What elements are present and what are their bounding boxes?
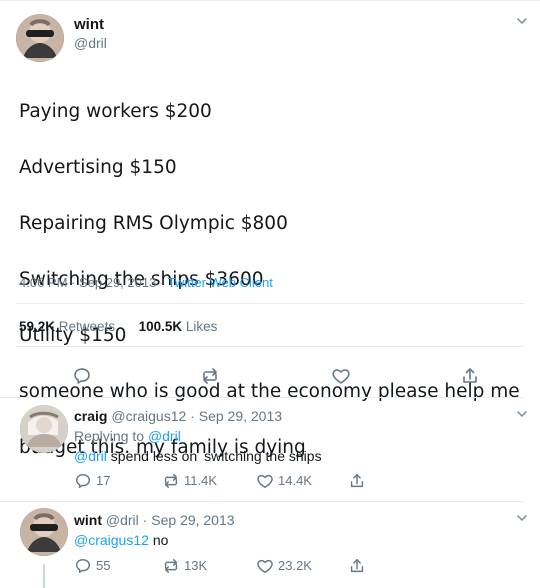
share-icon[interactable] [460, 366, 480, 386]
thread-connector-line [43, 564, 45, 588]
reply-2-reply-count: 55 [96, 558, 111, 573]
chevron-down-icon[interactable] [515, 14, 529, 28]
main-author[interactable]: wint @dril [74, 16, 107, 52]
chevron-down-icon[interactable] [515, 511, 529, 525]
reply-2-text: @craigus12 no [74, 530, 504, 550]
reply-2-handle[interactable]: @dril [106, 512, 139, 528]
reply-1-date[interactable]: Sep 29, 2013 [199, 408, 282, 424]
reply-1-display-name[interactable]: craig [74, 408, 107, 424]
tweet-line-1: Paying workers $200 [19, 101, 212, 122]
profile-avatar-reply-1[interactable] [20, 405, 68, 453]
stats-divider-bottom [16, 346, 524, 347]
reply-1-replying-prefix: Replying to [74, 428, 148, 444]
like-icon [257, 474, 273, 489]
reply-2-like-count: 23.2K [278, 558, 312, 573]
reply-2-actions: 55 13K 23.2K [74, 555, 394, 577]
tweet-thread: wint @dril Paying workers $200 Advertisi… [0, 0, 540, 588]
reply-2-text-body: no [152, 532, 169, 548]
avatar-portrait-icon [20, 508, 68, 556]
reply-2-display-name[interactable]: wint [74, 512, 102, 528]
like-icon[interactable] [331, 366, 351, 386]
profile-avatar-reply-2[interactable] [20, 508, 68, 556]
retweet-icon [164, 558, 178, 574]
stats-divider-top [16, 303, 524, 304]
reply-1-retweet-count: 11.4K [184, 473, 218, 488]
tweet-line-3: Repairing RMS Olympic $800 [19, 213, 288, 234]
like-label[interactable]: Likes [186, 319, 218, 334]
timestamp-row: 4:06 PM · Sep 29, 2013 · Twitter Web Cli… [19, 274, 273, 292]
tweet-line-6: someone who is good at the economy pleas… [19, 381, 520, 402]
reply-1-actions: 17 11.4K 14.4K [74, 470, 394, 492]
reply-divider-1 [0, 397, 524, 398]
reply-1-handle[interactable]: @craigus12 [111, 408, 186, 424]
reply-1-text: @dril spend less on switching the ships [74, 446, 504, 466]
like-icon [257, 559, 273, 574]
retweet-icon [164, 473, 178, 489]
engagement-stats: 59.2K Retweets 100.5K Likes [19, 318, 217, 336]
reply-2-retweet-count: 13K [184, 558, 208, 573]
like-count[interactable]: 100.5K [139, 319, 183, 334]
reply-2-date[interactable]: Sep 29, 2013 [151, 512, 234, 528]
handle[interactable]: @dril [74, 34, 107, 52]
reply-icon [75, 558, 91, 574]
client-link[interactable]: Twitter Web Client [168, 275, 273, 290]
tweet-line-2: Advertising $150 [19, 157, 177, 178]
timestamp[interactable]: 4:06 PM · Sep 29, 2013 · [19, 275, 168, 290]
retweet-count[interactable]: 59.2K [19, 319, 55, 334]
top-divider [0, 0, 540, 1]
reply-2-content: wint @dril · Sep 29, 2013 @craigus12 no [74, 510, 504, 550]
reply-1-reply-count: 17 [96, 473, 111, 488]
reply-1-text-part-1: spend less on [110, 448, 198, 464]
avatar-portrait-icon [16, 14, 64, 62]
reply-1-text-part-2: switching the ships [204, 448, 322, 464]
reply-icon [75, 473, 91, 489]
retweet-icon[interactable] [200, 366, 220, 386]
reply-1-like-count: 14.4K [278, 473, 312, 488]
reply-1-content: craig @craigus12 · Sep 29, 2013 Replying… [74, 406, 504, 466]
reply-icon[interactable] [72, 366, 92, 386]
retweet-label[interactable]: Retweets [59, 319, 115, 334]
reply-2-mention[interactable]: @craigus12 [74, 532, 149, 548]
chevron-down-icon[interactable] [515, 407, 529, 421]
share-icon [350, 558, 364, 573]
reply-1-replying-to: Replying to @dril [74, 426, 504, 446]
reply-divider-2 [0, 501, 524, 502]
reply-1-mention[interactable]: @dril [74, 448, 107, 464]
profile-avatar-main[interactable] [16, 14, 64, 62]
reply-2-header: wint @dril · Sep 29, 2013 [74, 512, 235, 528]
reply-1-header: craig @craigus12 · Sep 29, 2013 [74, 408, 283, 424]
share-icon [350, 473, 364, 488]
display-name[interactable]: wint [74, 16, 107, 34]
reply-1-replying-mention[interactable]: @dril [148, 428, 181, 444]
avatar-portrait-icon [20, 405, 68, 453]
